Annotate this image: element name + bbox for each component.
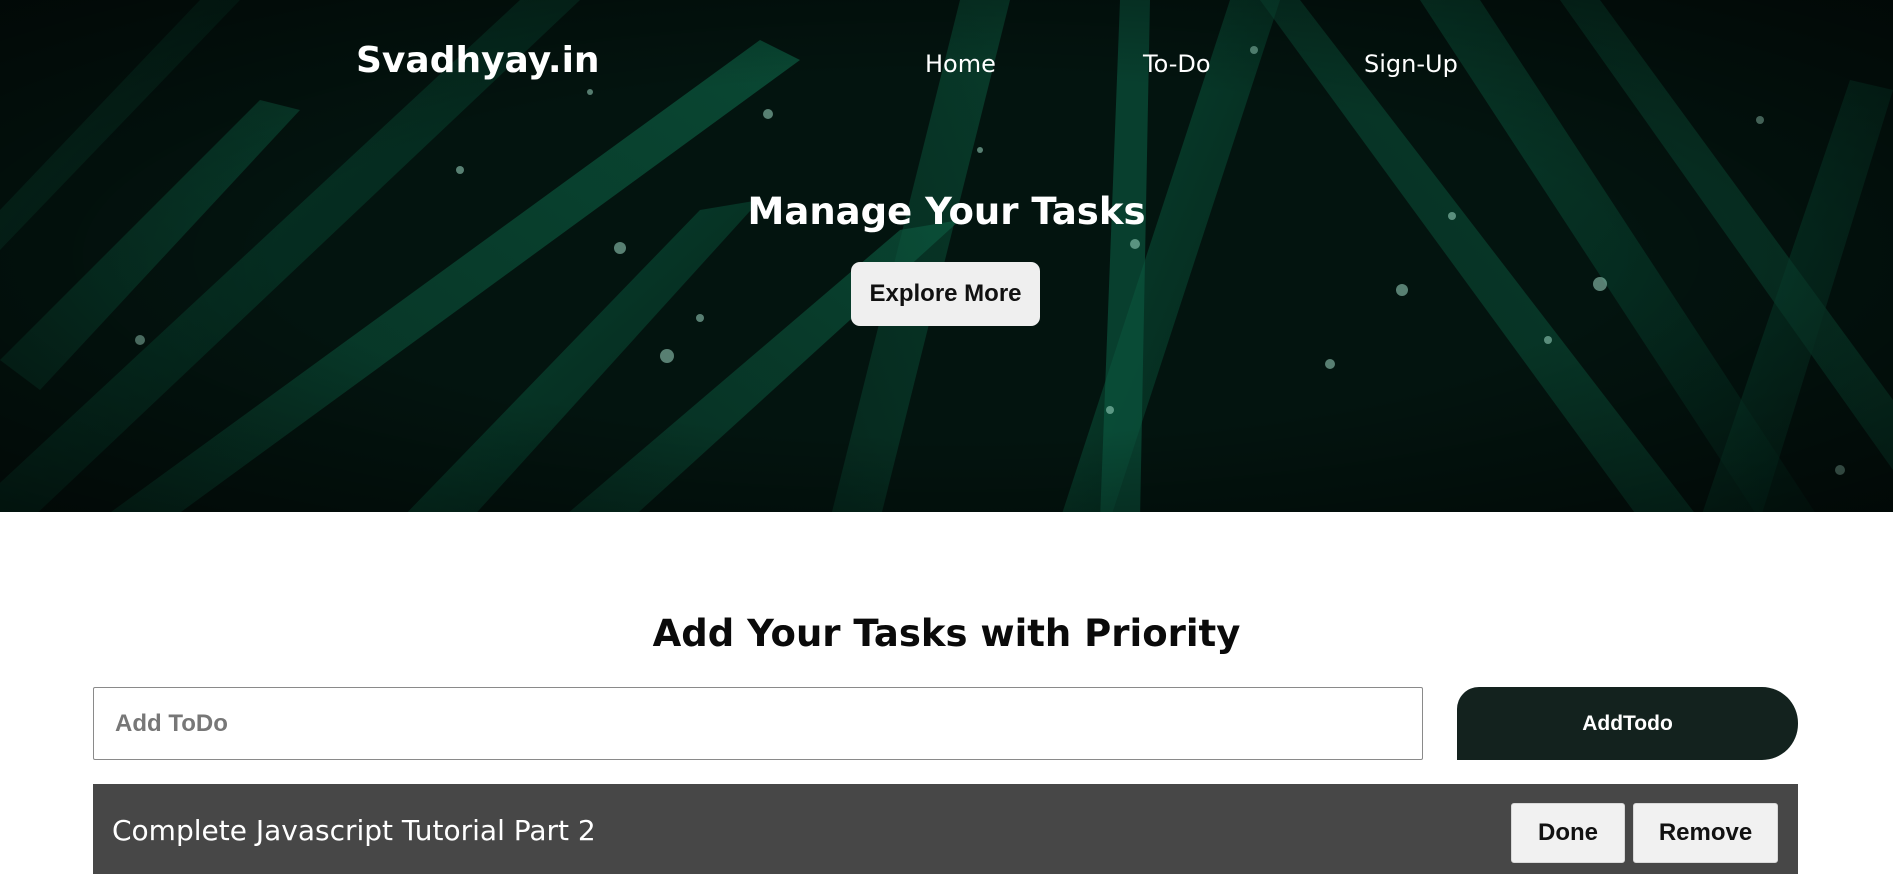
remove-button[interactable]: Remove [1633,803,1778,863]
todo-item-text: Complete Javascript Tutorial Part 2 [112,814,596,847]
nav-link-todo[interactable]: To-Do [1143,50,1211,78]
add-todo-button[interactable]: AddTodo [1457,687,1798,760]
todo-section-title: Add Your Tasks with Priority [652,612,1241,655]
explore-more-button[interactable]: Explore More [851,262,1040,326]
hero-title: Manage Your Tasks [747,190,1146,233]
hero-banner: Svadhyay.in Home To-Do Sign-Up Manage Yo… [0,0,1893,512]
done-button[interactable]: Done [1511,803,1625,863]
todo-list-item: Complete Javascript Tutorial Part 2 Done… [93,784,1798,874]
add-todo-input[interactable] [93,687,1423,760]
brand-logo[interactable]: Svadhyay.in [356,40,600,81]
nav-link-signup[interactable]: Sign-Up [1364,50,1458,78]
nav-link-home[interactable]: Home [925,50,996,78]
